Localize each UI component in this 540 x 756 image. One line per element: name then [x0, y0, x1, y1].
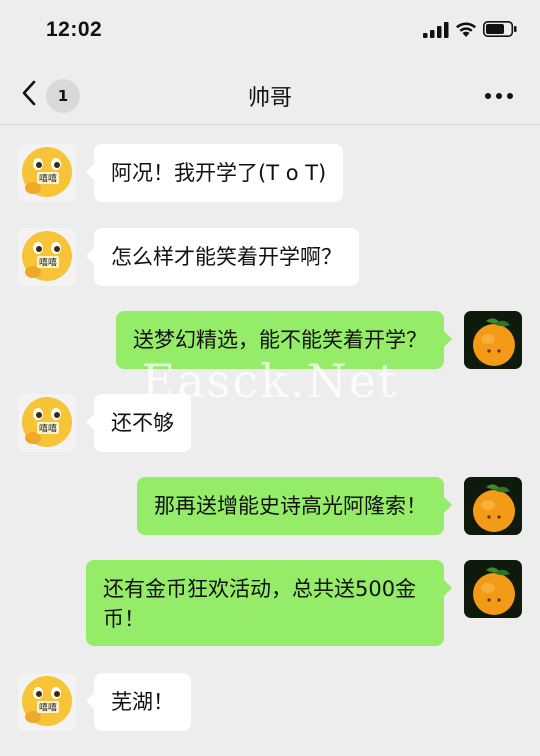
message-bubble-received[interactable]: 怎么样才能笑着开学啊？ — [86, 228, 359, 286]
smiling-emoji-icon: 嘻嘻 — [18, 144, 76, 202]
svg-text:嘻嘻: 嘻嘻 — [39, 702, 57, 714]
svg-text:嘻嘻: 嘻嘻 — [39, 423, 57, 435]
smiling-emoji-icon: 嘻嘻 — [18, 228, 76, 286]
my-avatar[interactable] — [464, 477, 522, 535]
contact-avatar[interactable]: 嘻嘻 — [18, 228, 76, 286]
more-options-icon[interactable] — [484, 92, 514, 100]
message-bubble-received[interactable]: 芜湖！ — [86, 673, 191, 731]
contact-avatar[interactable]: 嘻嘻 — [18, 673, 76, 731]
nav-divider — [0, 124, 540, 125]
my-avatar[interactable] — [464, 560, 522, 618]
cellular-signal-icon — [423, 22, 449, 38]
message-bubble-received[interactable]: 阿况！我开学了(T o T) — [85, 144, 344, 202]
svg-text:嘻嘻: 嘻嘻 — [39, 257, 57, 269]
chat-title: 帅哥 — [247, 86, 292, 111]
smiling-emoji-icon: 嘻嘻 — [18, 673, 76, 731]
status-time: 12:02 — [46, 18, 103, 41]
message-bubble-sent[interactable]: 那再送增能史诗高光阿隆索！ — [137, 477, 452, 535]
orange-fruit-icon — [464, 560, 522, 618]
contact-avatar[interactable]: 嘻嘻 — [18, 144, 76, 202]
wifi-icon — [456, 22, 476, 37]
message-bubble-sent[interactable]: 还有金币狂欢活动，总共送500金币！ — [86, 560, 452, 646]
status-bar: 12:02 — [0, 0, 540, 62]
watermark: Easck.Net — [141, 354, 399, 408]
orange-fruit-icon — [464, 477, 522, 535]
svg-text:嘻嘻: 嘻嘻 — [39, 173, 57, 185]
battery-icon — [483, 21, 517, 37]
